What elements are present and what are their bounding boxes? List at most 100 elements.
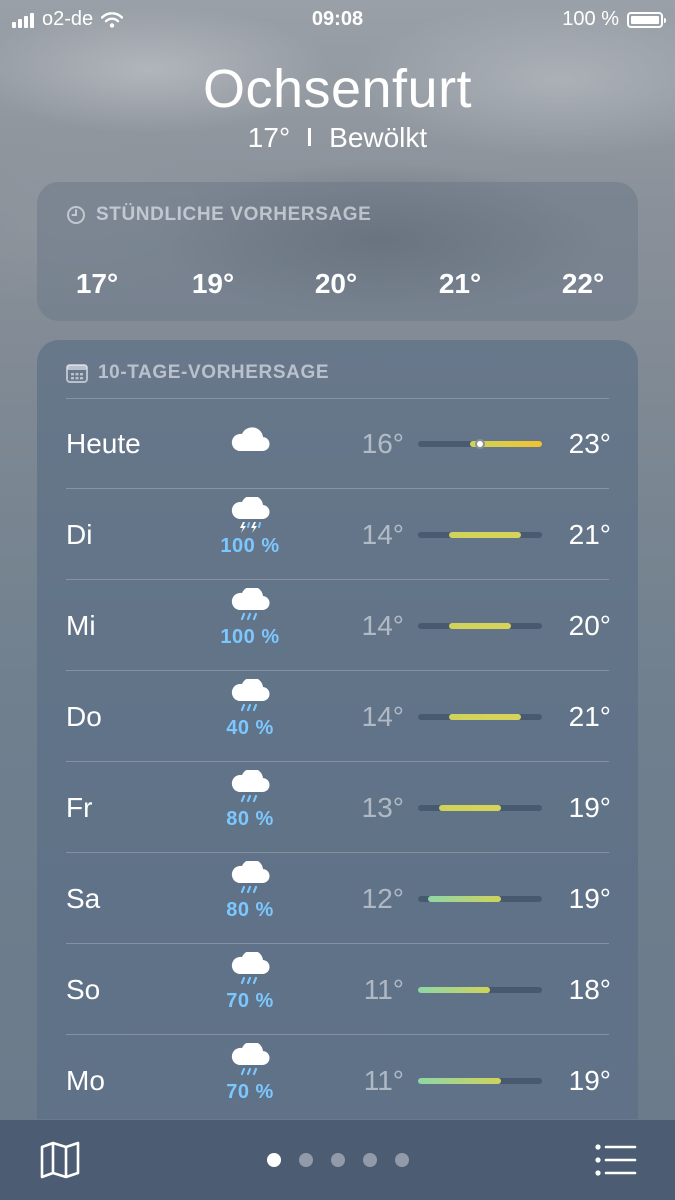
- temperature-range-track: [418, 714, 542, 720]
- precipitation-probability: 70 %: [226, 990, 274, 1012]
- separator: [308, 128, 312, 146]
- temperature-range-track: [418, 623, 542, 629]
- day-row-mo[interactable]: Mo 70 % 11° 19°: [37, 1035, 638, 1126]
- temperature-range-bar: [449, 623, 511, 629]
- temperature-range-track: [418, 896, 542, 902]
- current-temp-dot: [475, 439, 485, 449]
- condition: 70 %: [202, 1043, 298, 1104]
- precipitation-probability: 70 %: [226, 1081, 274, 1103]
- hour-temp: 21°: [438, 268, 482, 299]
- temperature-range-bar: [449, 714, 522, 720]
- ten-day-forecast-card[interactable]: 10-TAGE-VORHERSAGE Heute 16° 23° Di 100 …: [37, 340, 638, 1140]
- page-dot[interactable]: [362, 1153, 377, 1167]
- day-row-mi[interactable]: Mi 100 % 14° 20°: [37, 580, 638, 671]
- hourly-temperatures[interactable]: 17° 19° 20° 21° 22°: [37, 268, 638, 308]
- page-dot[interactable]: [298, 1153, 313, 1167]
- cloud-icon: [231, 427, 270, 452]
- page-dot[interactable]: [394, 1153, 409, 1167]
- temperature-range-bar: [418, 987, 491, 993]
- low-temp: 11°: [363, 974, 404, 1005]
- temperature-range-track: [418, 439, 542, 449]
- city-name: Ochsenfurt: [202, 59, 473, 119]
- temperature-range-bar: [418, 1078, 501, 1084]
- high-temp: 21°: [568, 519, 611, 550]
- cloud-rain-icon: [231, 770, 270, 803]
- status-right: 100 %: [562, 8, 666, 31]
- temperature-range-track: [418, 987, 542, 993]
- day-row-so[interactable]: So 70 % 11° 18°: [37, 944, 638, 1035]
- low-temp: 12°: [361, 883, 404, 914]
- condition: 70 %: [202, 952, 298, 1013]
- condition: 100 %: [202, 497, 298, 558]
- precipitation-probability: 80 %: [226, 808, 274, 830]
- precipitation-probability: 40 %: [226, 717, 274, 739]
- day-row-di[interactable]: Di 100 % 14° 21°: [37, 489, 638, 580]
- low-temp: 14°: [361, 701, 404, 732]
- temperature-range-bar: [438, 805, 501, 811]
- temperature-range-track: [418, 532, 542, 538]
- thunderstorm-icon: [231, 497, 270, 533]
- condition: [202, 425, 298, 453]
- current-condition: Bewölkt: [329, 122, 428, 153]
- high-temp: 18°: [568, 974, 611, 1005]
- day-row-sa[interactable]: Sa 80 % 12° 19°: [37, 853, 638, 944]
- cloud-rain-icon: [231, 952, 270, 985]
- temperature-range-track: [418, 805, 542, 811]
- ten-day-forecast-header: 10-TAGE-VORHERSAGE: [66, 362, 329, 384]
- ten-day-forecast-title: 10-TAGE-VORHERSAGE: [98, 362, 330, 383]
- cloud-rain-icon: [231, 588, 270, 621]
- hour-temp: 19°: [191, 268, 235, 299]
- condition: 80 %: [202, 770, 298, 831]
- battery-icon: [627, 11, 666, 28]
- day-name: Heute: [66, 428, 141, 459]
- hourly-forecast-header: STÜNDLICHE VORHERSAGE: [66, 204, 371, 226]
- day-name: Mo: [66, 1065, 105, 1096]
- day-name: Mi: [66, 610, 96, 641]
- high-temp: 19°: [568, 1065, 611, 1096]
- cloud-rain-icon: [231, 1043, 270, 1076]
- current-temperature: 17°: [247, 122, 291, 153]
- cloud-rain-icon: [231, 679, 270, 712]
- condition: 100 %: [202, 588, 298, 649]
- hour-temp: 22°: [561, 268, 605, 299]
- calendar-icon: [66, 364, 88, 383]
- list-icon[interactable]: [595, 1144, 637, 1176]
- temperature-range-bar: [449, 532, 522, 538]
- page-dot[interactable]: [330, 1153, 345, 1167]
- hourly-forecast-title: STÜNDLICHE VORHERSAGE: [96, 204, 372, 225]
- high-temp: 20°: [568, 610, 611, 641]
- low-temp: 11°: [363, 1065, 404, 1096]
- current-conditions: 17° Bewölkt: [0, 122, 675, 154]
- bottom-toolbar: [0, 1119, 675, 1200]
- high-temp: 23°: [568, 428, 611, 459]
- high-temp: 21°: [568, 701, 611, 732]
- status-bar: o2-de 09:08 100 %: [0, 0, 675, 38]
- low-temp: 14°: [361, 610, 404, 641]
- cloud-rain-icon: [231, 861, 270, 894]
- battery-percent: 100 %: [562, 8, 619, 30]
- temperature-range-track: [418, 1078, 542, 1084]
- high-temp: 19°: [568, 792, 611, 823]
- high-temp: 19°: [568, 883, 611, 914]
- low-temp: 16°: [361, 428, 404, 459]
- page-dot[interactable]: [266, 1153, 281, 1167]
- temperature-range-bar: [428, 896, 501, 902]
- day-name: Sa: [66, 883, 101, 914]
- day-name: Fr: [66, 792, 93, 823]
- clock-icon: [67, 206, 85, 224]
- precipitation-probability: 80 %: [226, 899, 274, 921]
- day-row-do[interactable]: Do 40 % 14° 21°: [37, 671, 638, 762]
- day-name: So: [66, 974, 101, 1005]
- day-name: Do: [66, 701, 102, 732]
- hourly-forecast-card[interactable]: STÜNDLICHE VORHERSAGE 17° 19° 20° 21° 22…: [37, 182, 638, 321]
- low-temp: 13°: [361, 792, 404, 823]
- page-indicator[interactable]: [0, 1153, 675, 1167]
- day-row-heute[interactable]: Heute 16° 23°: [37, 398, 638, 489]
- precipitation-probability: 100 %: [220, 626, 280, 648]
- hour-temp: 20°: [314, 268, 358, 299]
- hour-temp: 17°: [75, 268, 119, 299]
- condition: 80 %: [202, 861, 298, 922]
- day-row-fr[interactable]: Fr 80 % 13° 19°: [37, 762, 638, 853]
- low-temp: 14°: [361, 519, 404, 550]
- precipitation-probability: 100 %: [220, 535, 280, 557]
